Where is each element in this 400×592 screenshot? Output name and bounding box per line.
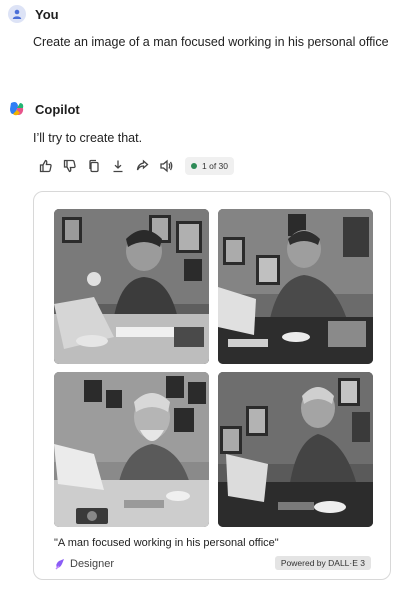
assistant-message-text: I’ll try to create that. — [33, 131, 143, 145]
copilot-logo-icon — [10, 102, 24, 116]
user-message-header: You — [8, 5, 59, 23]
thumbs-up-icon[interactable] — [37, 157, 55, 175]
designer-icon — [55, 559, 64, 570]
designer-label: Designer — [70, 558, 115, 570]
generated-image-2[interactable] — [218, 209, 373, 364]
assistant-message-header: Copilot — [8, 100, 80, 118]
read-aloud-icon[interactable] — [157, 157, 175, 175]
user-avatar — [8, 5, 26, 23]
message-actions: 1 of 30 — [37, 157, 234, 175]
generated-image-4[interactable] — [218, 372, 373, 527]
share-icon[interactable] — [133, 157, 151, 175]
thumbs-down-icon[interactable] — [61, 157, 79, 175]
user-name: You — [35, 6, 59, 22]
generated-image-3[interactable] — [54, 372, 209, 527]
image-counter-text: 1 of 30 — [202, 161, 228, 171]
powered-by-badge: Powered by DALL·E 3 — [274, 556, 371, 570]
generated-image-1[interactable] — [54, 209, 209, 364]
image-counter[interactable]: 1 of 30 — [185, 157, 234, 175]
assistant-name: Copilot — [35, 101, 80, 117]
user-message-text: Create an image of a man focused working… — [33, 35, 389, 49]
status-dot — [191, 163, 197, 169]
copy-icon[interactable] — [85, 157, 103, 175]
designer-link[interactable]: Designer — [54, 558, 114, 570]
image-result-card: "A man focused working in his personal o… — [33, 191, 391, 580]
download-icon[interactable] — [109, 157, 127, 175]
image-caption: "A man focused working in his personal o… — [54, 537, 279, 549]
